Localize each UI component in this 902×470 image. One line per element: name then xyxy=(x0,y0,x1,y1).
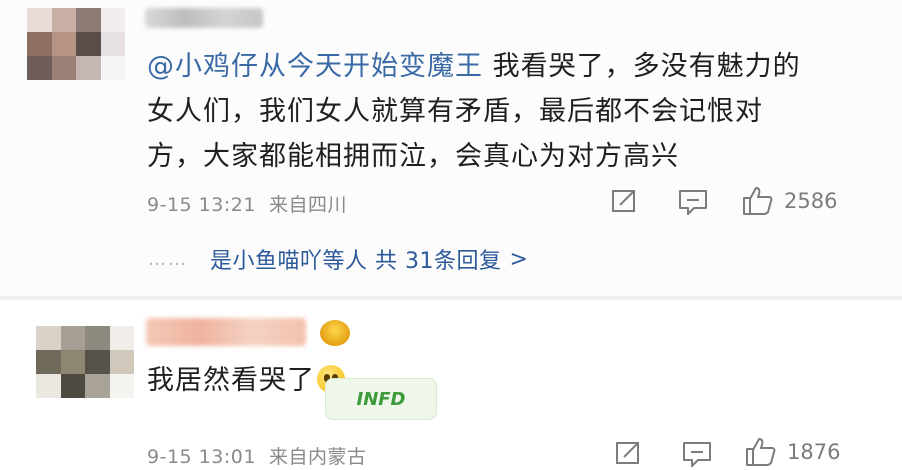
like-icon xyxy=(746,438,776,466)
mention-link[interactable]: @小鸡仔从今天开始变魔王 xyxy=(147,51,483,82)
timestamp: 9-15 13:01 xyxy=(147,446,256,468)
comment-icon xyxy=(679,190,707,215)
comment-meta: 9-15 13:01 来自内蒙古 xyxy=(147,442,367,469)
like-button[interactable]: 2586 xyxy=(742,186,837,216)
share-button[interactable] xyxy=(611,188,639,214)
share-icon xyxy=(612,190,635,212)
comment-icon xyxy=(683,442,711,467)
comment-text: 我居然看哭了 xyxy=(147,358,345,403)
comment-button[interactable] xyxy=(682,440,712,468)
like-count: 2586 xyxy=(784,189,838,213)
comment-meta: 9-15 13:21 来自四川 xyxy=(147,190,347,217)
username-blurred[interactable] xyxy=(146,318,306,346)
vip-badge-icon xyxy=(320,320,350,346)
username-blurred[interactable] xyxy=(145,8,263,28)
avatar[interactable] xyxy=(27,8,125,80)
comment-button[interactable] xyxy=(678,188,708,216)
share-icon xyxy=(616,442,639,464)
comment-text: @小鸡仔从今天开始变魔王 我看哭了，多没有魅力的 女人们，我们女人就算有矛盾，最… xyxy=(147,51,801,172)
location: 来自四川 xyxy=(269,194,348,216)
location: 来自内蒙古 xyxy=(269,446,367,468)
like-count: 1876 xyxy=(787,440,841,464)
comment-card: @小鸡仔从今天开始变魔王 我看哭了，多没有魅力的 女人们，我们女人就算有矛盾，最… xyxy=(0,0,902,296)
sticker-image: INFD xyxy=(325,378,437,420)
timestamp: 9-15 13:21 xyxy=(147,194,256,216)
replies-link[interactable]: …… 是小鱼喵吖等人 共 31条回复 > xyxy=(148,243,528,275)
like-icon xyxy=(743,187,773,215)
avatar[interactable] xyxy=(36,326,134,398)
share-button[interactable] xyxy=(615,440,643,466)
like-button[interactable]: 1876 xyxy=(745,437,840,467)
